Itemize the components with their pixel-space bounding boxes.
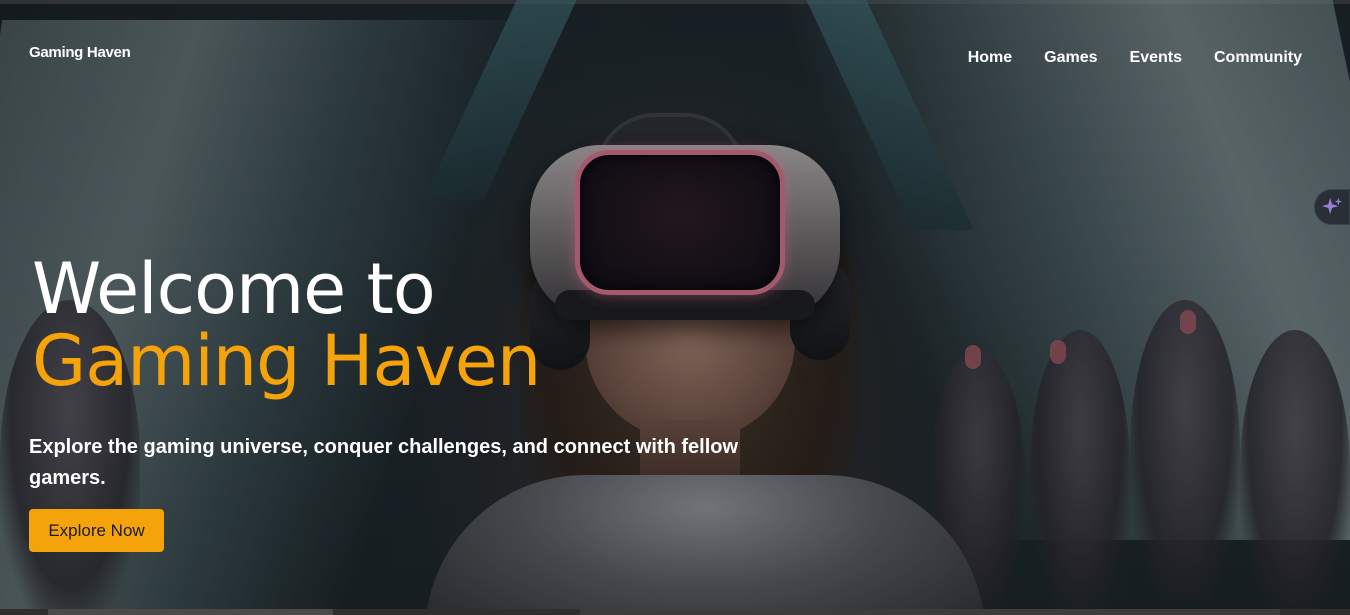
nav-link-community[interactable]: Community [1214, 49, 1302, 67]
sparkle-tool-button[interactable] [1314, 189, 1350, 225]
hero-title-line1: Welcome to [32, 248, 436, 330]
site-logo[interactable]: Gaming Haven [29, 44, 131, 61]
nav-link-home[interactable]: Home [968, 49, 1012, 67]
explore-now-button[interactable]: Explore Now [29, 509, 164, 552]
nav-link-events[interactable]: Events [1130, 49, 1182, 67]
bottom-strip-segment [48, 609, 333, 615]
hero-title-line2: Gaming Haven [32, 320, 541, 402]
sparkle-icon [1321, 197, 1343, 215]
hero-title: Welcome to Gaming Haven [32, 248, 541, 402]
main-nav: Home Games Events Community [968, 49, 1302, 67]
bottom-strip-segment [580, 609, 1280, 615]
nav-link-games[interactable]: Games [1044, 49, 1097, 67]
bottom-strip [0, 609, 1350, 615]
hero-section: Gaming Haven Home Games Events Community… [0, 0, 1350, 615]
hero-subtitle: Explore the gaming universe, conquer cha… [29, 436, 739, 489]
